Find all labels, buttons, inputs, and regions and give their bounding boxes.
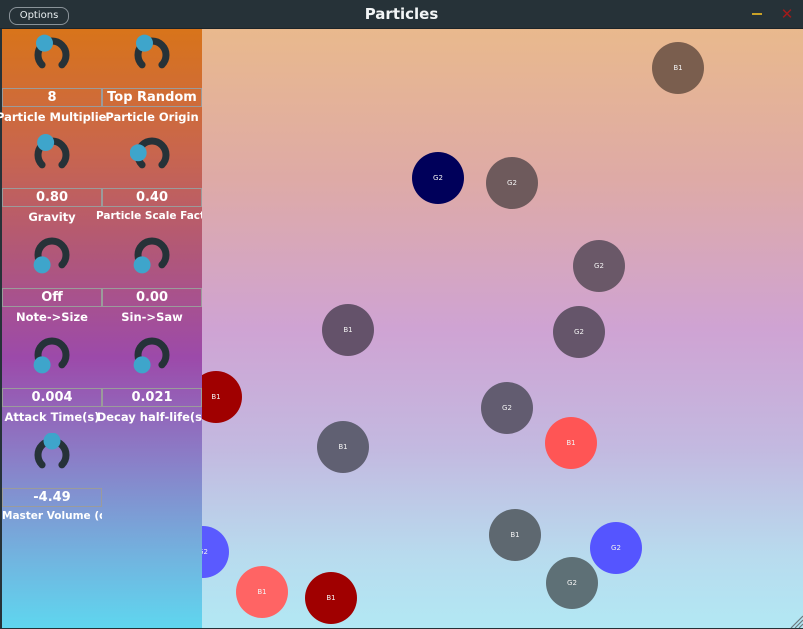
- attack-time-value[interactable]: 0.004: [2, 388, 102, 407]
- particle: G2: [573, 240, 625, 292]
- window-title: Particles: [364, 5, 439, 23]
- master-volume-value[interactable]: -4.49: [2, 488, 102, 507]
- decay-half-life-knob[interactable]: [130, 333, 174, 377]
- particle: G2: [202, 526, 229, 578]
- sin-saw-knob[interactable]: [130, 233, 174, 277]
- note-size-knob[interactable]: [30, 233, 74, 277]
- knob-thumb: [43, 433, 61, 450]
- particle: B1: [317, 421, 369, 473]
- particle: G2: [590, 522, 642, 574]
- particle-multiplier-label: Particle Multiplier: [0, 110, 108, 124]
- particle: B1: [322, 304, 374, 356]
- knob-thumb: [133, 256, 151, 274]
- knob-thumb: [33, 356, 51, 374]
- master-volume-label: Master Volume (dB): [2, 510, 102, 522]
- decay-half-life-value[interactable]: 0.021: [102, 388, 202, 407]
- particle-multiplier-value[interactable]: 8: [2, 88, 102, 107]
- particle: B1: [652, 42, 704, 94]
- particle-multiplier-knob[interactable]: [30, 33, 74, 77]
- close-icon: ✕: [780, 5, 794, 23]
- note-size-value[interactable]: Off: [2, 288, 102, 307]
- knob-thumb: [130, 144, 147, 162]
- particle: B1: [489, 509, 541, 561]
- particle: B1: [545, 417, 597, 469]
- decay-half-life-label: Decay half-life(s): [96, 410, 208, 424]
- knob-thumb: [33, 256, 51, 274]
- resize-handle-icon[interactable]: [789, 614, 803, 628]
- gravity-value[interactable]: 0.80: [2, 188, 102, 207]
- particle: G2: [553, 306, 605, 358]
- particle-scale-factor-label: Particle Scale Facto: [96, 210, 208, 222]
- particle-origin-knob[interactable]: [130, 33, 174, 77]
- particle: G2: [546, 557, 598, 609]
- particle-origin-value[interactable]: Top Random: [102, 88, 202, 107]
- particle-origin-label: Particle Origin: [105, 110, 199, 124]
- sin-saw-value[interactable]: 0.00: [102, 288, 202, 307]
- particle: B1: [305, 572, 357, 624]
- particle: G2: [481, 382, 533, 434]
- attack-time-knob[interactable]: [30, 333, 74, 377]
- particle-canvas[interactable]: B1 G2 G2 G2 G2 B1 B1 G2 B1 B1 B1 G2 G2 G…: [202, 29, 803, 628]
- master-volume-knob[interactable]: [30, 433, 74, 477]
- knob-thumb: [37, 134, 55, 152]
- particle-scale-factor-knob[interactable]: [130, 133, 174, 177]
- particle-scale-factor-value[interactable]: 0.40: [102, 188, 202, 207]
- minimize-button[interactable]: [750, 6, 764, 22]
- particle: B1: [202, 371, 242, 423]
- particle: B1: [236, 566, 288, 618]
- attack-time-label: Attack Time(s): [4, 410, 100, 424]
- knob-thumb: [35, 34, 53, 52]
- minimize-icon: [752, 13, 762, 15]
- particle: G2: [412, 152, 464, 204]
- gravity-knob[interactable]: [30, 133, 74, 177]
- sin-saw-label: Sin->Saw: [121, 310, 183, 324]
- title-bar[interactable]: Options Particles ✕: [0, 0, 803, 29]
- control-panel: 8 Particle Multiplier Top Random Particl…: [0, 29, 208, 628]
- knob-thumb: [133, 356, 151, 374]
- gravity-label: Gravity: [28, 210, 76, 224]
- close-button[interactable]: ✕: [779, 5, 795, 23]
- note-size-label: Note->Size: [16, 310, 88, 324]
- particle: G2: [486, 157, 538, 209]
- knob-thumb: [135, 34, 153, 52]
